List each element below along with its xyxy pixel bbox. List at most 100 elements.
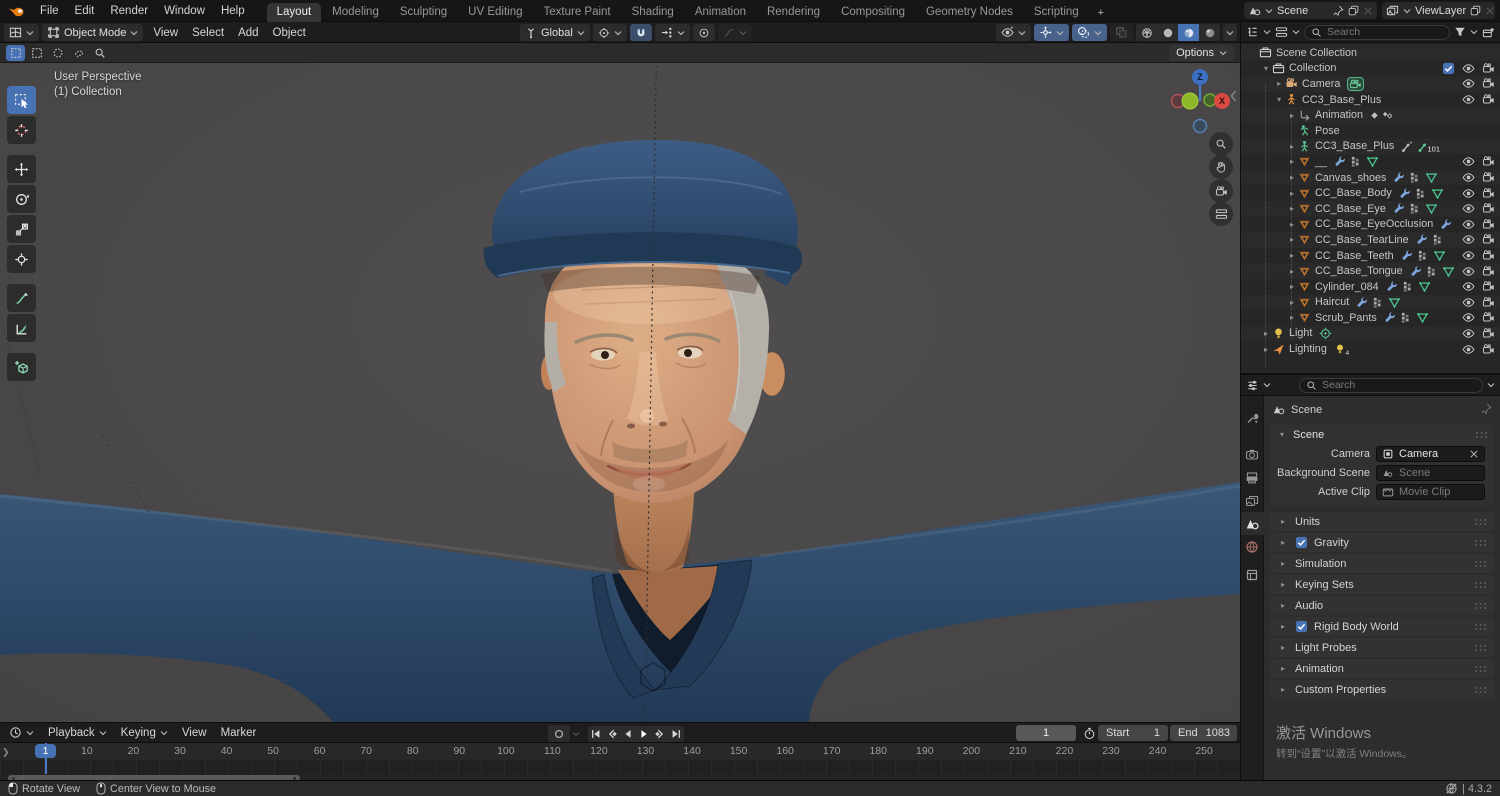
transform-orientation-dropdown[interactable]: Global	[520, 24, 590, 41]
menu-window[interactable]: Window	[156, 3, 213, 19]
tab-modeling[interactable]: Modeling	[322, 3, 389, 22]
jump-to-end-button[interactable]	[668, 726, 684, 742]
outliner-row[interactable]: Pose	[1241, 123, 1500, 139]
copy-icon[interactable]	[1348, 5, 1359, 16]
outliner-row[interactable]: ▸ CC_Base_Teeth	[1241, 248, 1500, 264]
disable-render-icon[interactable]	[1482, 343, 1495, 356]
menu-render[interactable]: Render	[102, 3, 156, 19]
expand-icon[interactable]: ▸	[1286, 173, 1298, 182]
select-mode-select-lasso-button[interactable]	[69, 45, 88, 61]
hide-viewport-icon[interactable]	[1462, 311, 1475, 324]
panel-custom-properties[interactable]: ▸ Custom Properties	[1270, 680, 1494, 699]
tool-annotate-button[interactable]	[7, 284, 36, 312]
playhead-badge[interactable]: 1	[35, 744, 56, 758]
jump-to-start-button[interactable]	[588, 726, 604, 742]
panel-units[interactable]: ▸ Units	[1270, 512, 1494, 531]
outliner-item-label[interactable]: Pose	[1315, 125, 1340, 137]
properties-tab-scene[interactable]	[1241, 512, 1264, 535]
outliner-row[interactable]: ▸ Cylinder_084	[1241, 279, 1500, 295]
properties-tab-output[interactable]	[1241, 466, 1264, 489]
timeline-ruler[interactable]: 10 20 30 40 50 60 70 80 90 100 110 120 130 140 150 160 1…	[0, 743, 1240, 760]
tool-rotate-button[interactable]	[7, 185, 36, 213]
outliner-row[interactable]: ▸ CC_Base_TearLine	[1241, 232, 1500, 248]
background-scene-field[interactable]: Scene	[1376, 464, 1485, 481]
play-reverse-button[interactable]	[620, 726, 636, 742]
outliner-row[interactable]: ▸ CC_Base_Tongue	[1241, 263, 1500, 279]
drag-handle-icon[interactable]	[1474, 560, 1487, 568]
properties-tab-render[interactable]	[1241, 443, 1264, 466]
disable-render-icon[interactable]	[1482, 62, 1495, 75]
clear-icon[interactable]	[1469, 449, 1479, 459]
add-workspace-button[interactable]: +	[1090, 4, 1112, 22]
outliner-item-label[interactable]: Animation	[1315, 109, 1363, 121]
disable-render-icon[interactable]	[1482, 327, 1495, 340]
properties-editor-icon[interactable]	[1246, 379, 1259, 392]
shading-dropdown[interactable]	[1223, 24, 1237, 41]
expand-icon[interactable]: ▸	[1260, 345, 1272, 354]
expand-icon[interactable]: ▸	[1286, 298, 1298, 307]
expand-icon[interactable]: ▸	[1286, 235, 1298, 244]
tab-texture-paint[interactable]: Texture Paint	[534, 3, 621, 22]
scene-name[interactable]: Scene	[1277, 5, 1329, 17]
hide-viewport-icon[interactable]	[1462, 280, 1475, 293]
blender-logo-icon[interactable]	[8, 4, 26, 18]
tool-cursor-button[interactable]	[7, 116, 36, 144]
menu-edit[interactable]: Edit	[67, 3, 103, 19]
current-frame-field[interactable]: 1	[1016, 725, 1076, 741]
chevron-right-icon[interactable]: ❯	[2, 747, 10, 758]
shading-wireframe-button[interactable]	[1136, 24, 1157, 41]
disable-render-icon[interactable]	[1482, 296, 1495, 309]
pivot-point-dropdown[interactable]	[592, 24, 627, 41]
viewport-menu-select[interactable]: Select	[185, 26, 231, 40]
viewlayer-selector[interactable]: ViewLayer	[1382, 2, 1495, 19]
expand-icon[interactable]: ▸	[1286, 142, 1298, 151]
drag-handle-icon[interactable]	[1474, 518, 1487, 526]
menu-file[interactable]: File	[32, 3, 67, 19]
disable-render-icon[interactable]	[1482, 187, 1495, 200]
outliner-item-label[interactable]: CC3_Base_Plus	[1315, 140, 1394, 152]
tool-add-cube-button[interactable]	[7, 353, 36, 381]
hide-viewport-icon[interactable]	[1462, 343, 1475, 356]
expand-icon[interactable]: ▸	[1273, 79, 1285, 88]
select-mode-select-circle-button[interactable]	[48, 45, 67, 61]
network-offline-icon[interactable]	[1445, 782, 1458, 795]
hide-viewport-icon[interactable]	[1462, 327, 1475, 340]
timeline-editor-button[interactable]	[4, 724, 39, 741]
shading-rendered-button[interactable]	[1199, 24, 1220, 41]
outliner-row[interactable]: ▸ Haircut	[1241, 295, 1500, 311]
use-preview-range-button[interactable]	[1081, 725, 1098, 742]
drag-handle-icon[interactable]	[1474, 581, 1487, 589]
gizmos-toggle[interactable]	[1034, 24, 1069, 41]
snap-toggle[interactable]	[629, 24, 652, 41]
scene-selector[interactable]: Scene	[1244, 2, 1377, 19]
shading-material-preview-button[interactable]	[1178, 24, 1199, 41]
camera-field[interactable]: Camera	[1376, 445, 1485, 462]
disable-render-icon[interactable]	[1482, 280, 1495, 293]
tab-layout[interactable]: Layout	[266, 2, 322, 22]
tab-shading[interactable]: Shading	[622, 3, 684, 22]
expand-icon[interactable]: ▸	[1286, 111, 1298, 120]
outliner-item-label[interactable]: CC_Base_EyeOcclusion	[1315, 218, 1433, 230]
outliner-row[interactable]: ▸ Animation	[1241, 107, 1500, 123]
panel-rigid-body-world[interactable]: ▸ Rigid Body World	[1270, 617, 1494, 636]
panel-gravity[interactable]: ▸ Gravity	[1270, 533, 1494, 552]
overlays-toggle[interactable]	[1072, 24, 1107, 41]
hide-viewport-icon[interactable]	[1462, 202, 1475, 215]
outliner-item-label[interactable]: Cylinder_084	[1315, 281, 1379, 293]
expand-icon[interactable]: ▸	[1286, 157, 1298, 166]
copy-icon[interactable]	[1470, 5, 1481, 16]
active-clip-field[interactable]: Movie Clip	[1376, 483, 1485, 500]
expand-icon[interactable]: ▸	[1286, 251, 1298, 260]
outliner-item-label[interactable]: Light	[1289, 327, 1312, 339]
properties-tab-object[interactable]	[1241, 563, 1264, 586]
chevron-down-icon[interactable]	[1487, 382, 1495, 388]
outliner-row[interactable]: Scene Collection	[1241, 45, 1500, 61]
outliner-item-label[interactable]: CC_Base_Eye	[1315, 203, 1386, 215]
sidebar-pull-tab[interactable]	[1230, 90, 1237, 105]
outliner-item-label[interactable]: CC_Base_Tongue	[1315, 265, 1403, 277]
camera-view-button[interactable]	[1209, 179, 1233, 203]
snap-settings-dropdown[interactable]	[654, 24, 690, 41]
pin-icon[interactable]	[1481, 403, 1492, 417]
next-keyframe-button[interactable]	[652, 726, 668, 742]
disable-render-icon[interactable]	[1482, 155, 1495, 168]
